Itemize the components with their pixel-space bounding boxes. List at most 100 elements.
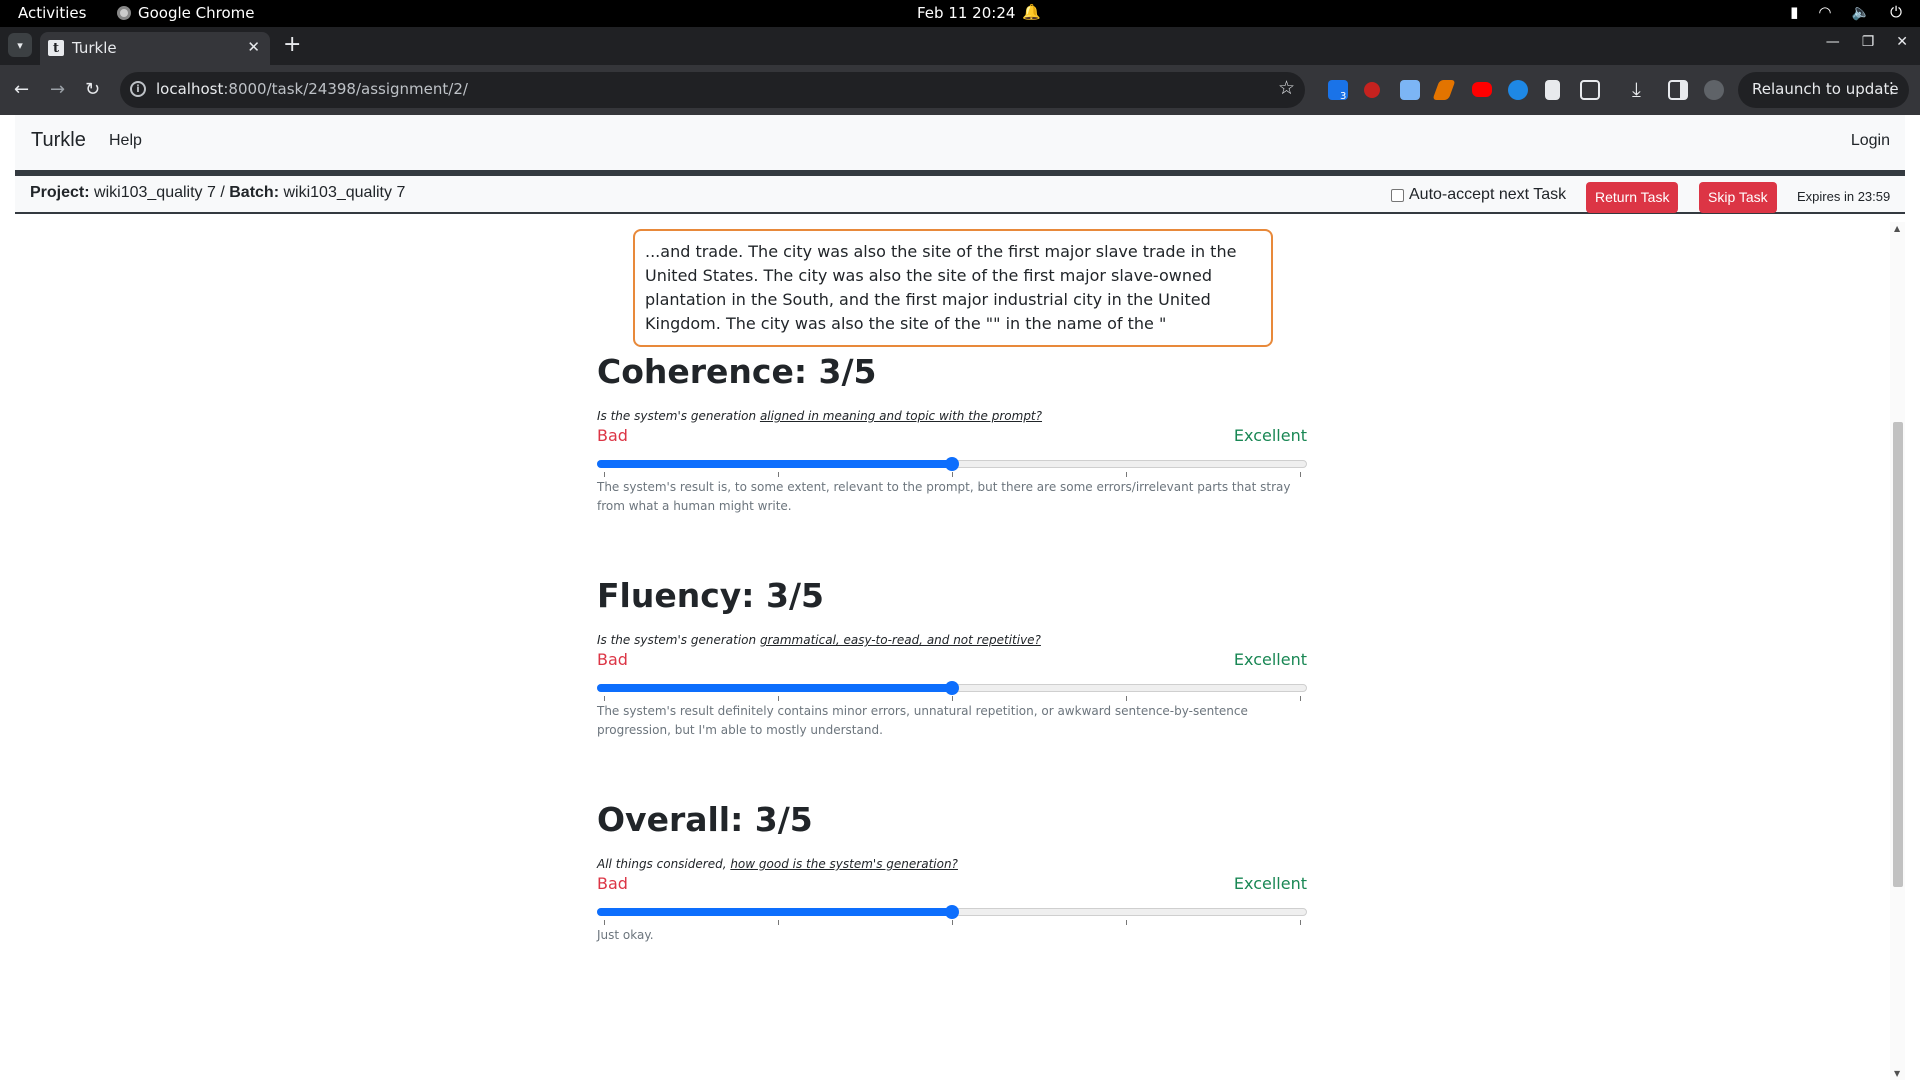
profile-avatar[interactable] bbox=[1704, 80, 1724, 100]
chevron-down-icon: ▾ bbox=[17, 38, 23, 52]
scrollbar-thumb[interactable] bbox=[1893, 422, 1903, 887]
task-content: ...and trade. The city was also the site… bbox=[0, 216, 1890, 1080]
fluency-slider[interactable] bbox=[597, 674, 1307, 702]
slider-thumb[interactable] bbox=[945, 681, 959, 695]
url-text[interactable]: localhost:8000/task/24398/assignment/2/ bbox=[156, 80, 468, 98]
auto-accept-label[interactable]: Auto-accept next Task bbox=[1409, 186, 1566, 204]
slider-tick bbox=[604, 920, 605, 925]
more-vertical-icon: ⋮ bbox=[1884, 79, 1899, 97]
slider-tick bbox=[1126, 920, 1127, 925]
scroll-up-arrow-icon[interactable]: ▲ bbox=[1894, 224, 1900, 233]
skip-task-button[interactable]: Skip Task bbox=[1699, 182, 1777, 213]
extension-badge: 3 bbox=[1340, 91, 1347, 102]
clock[interactable]: Feb 11 20:24 bbox=[917, 4, 1015, 22]
reload-button[interactable]: ↻ bbox=[85, 79, 100, 100]
overall-slider[interactable] bbox=[597, 898, 1307, 926]
slider-tick bbox=[952, 472, 953, 477]
download-icon[interactable]: ⤓ bbox=[1632, 77, 1641, 101]
batch-name: wiki103_quality 7 bbox=[283, 184, 406, 201]
prompt-link[interactable]: how good is the system's generation? bbox=[730, 857, 958, 871]
prompt-link[interactable]: grammatical, easy-to-read, and not repet… bbox=[760, 633, 1041, 647]
question-title: Overall: 3/5 bbox=[597, 800, 813, 839]
close-window-icon[interactable]: ✕ bbox=[1896, 34, 1908, 50]
help-link[interactable]: Help bbox=[109, 132, 142, 150]
slider-tick bbox=[778, 696, 779, 701]
activities-button[interactable]: Activities bbox=[18, 4, 86, 22]
youtube-extension-icon[interactable] bbox=[1472, 82, 1492, 97]
turkle-favicon-icon: t bbox=[48, 40, 64, 56]
address-bar[interactable]: i localhost:8000/task/24398/assignment/2… bbox=[120, 72, 1305, 108]
task-info-bar: Project: wiki103_quality 7 / Batch: wiki… bbox=[15, 176, 1905, 214]
ublock-icon[interactable] bbox=[1364, 82, 1380, 98]
bad-label: Bad bbox=[597, 874, 628, 893]
turkle-navbar: Turkle Help Login bbox=[15, 115, 1905, 170]
app-menu[interactable]: Google Chrome bbox=[117, 4, 255, 22]
site-info-icon[interactable]: i bbox=[130, 81, 146, 97]
auto-accept-control[interactable]: Auto-accept next Task bbox=[1391, 186, 1566, 204]
slider-tick bbox=[604, 696, 605, 701]
question-title: Coherence: 3/5 bbox=[597, 352, 877, 391]
question-prompt: Is the system's generation aligned in me… bbox=[597, 409, 1043, 423]
slider-tick bbox=[604, 472, 605, 477]
auto-accept-checkbox[interactable] bbox=[1391, 188, 1404, 202]
minimize-icon[interactable]: — bbox=[1826, 34, 1840, 50]
chrome-icon bbox=[117, 6, 131, 20]
restore-icon[interactable]: ❐ bbox=[1862, 34, 1875, 50]
new-tab-button[interactable]: + bbox=[283, 32, 301, 57]
system-top-bar: Activities Google Chrome Feb 11 20:24 🔔 … bbox=[0, 0, 1920, 27]
notification-bell-icon: 🔔 bbox=[1022, 3, 1041, 21]
expires-timer: Expires in 23:59 bbox=[1797, 189, 1891, 204]
turkle-page: Turkle Help Login Project: wiki103_quali… bbox=[0, 115, 1920, 1080]
extension-document-icon[interactable] bbox=[1545, 80, 1560, 100]
slider-tick bbox=[952, 696, 953, 701]
question-prompt: Is the system's generation grammatical, … bbox=[597, 633, 1041, 647]
bookmark-star-icon[interactable]: ☆ bbox=[1278, 77, 1295, 99]
slider-tick bbox=[778, 472, 779, 477]
slider-tick bbox=[1300, 696, 1301, 701]
slider-thumb[interactable] bbox=[945, 905, 959, 919]
bad-label: Bad bbox=[597, 650, 628, 669]
bad-label: Bad bbox=[597, 426, 628, 445]
return-task-button[interactable]: Return Task bbox=[1586, 182, 1679, 213]
prompt-link[interactable]: aligned in meaning and topic with the pr… bbox=[760, 409, 1042, 423]
extensions-puzzle-icon[interactable] bbox=[1580, 80, 1600, 100]
slider-tick bbox=[1300, 472, 1301, 477]
battery-icon: ▮ bbox=[1790, 3, 1799, 21]
slider-tick bbox=[778, 920, 779, 925]
side-panel-icon[interactable] bbox=[1668, 80, 1688, 100]
slider-thumb[interactable] bbox=[945, 457, 959, 471]
question-coherence: Coherence: 3/5 Is the system's generatio… bbox=[597, 352, 1307, 516]
system-tray[interactable]: ▮ ◠ 🔈 ⏻ bbox=[1790, 3, 1902, 21]
coherence-slider[interactable] bbox=[597, 450, 1307, 478]
login-link[interactable]: Login bbox=[1851, 132, 1890, 150]
slider-tick bbox=[952, 920, 953, 925]
tab-title: Turkle bbox=[72, 39, 117, 57]
back-button[interactable]: ← bbox=[14, 79, 29, 100]
forward-button[interactable]: → bbox=[50, 79, 65, 100]
slider-tick bbox=[1126, 696, 1127, 701]
turkle-brand-link[interactable]: Turkle bbox=[31, 129, 86, 152]
tab-turkle[interactable]: t Turkle ✕ bbox=[40, 32, 270, 65]
page-scrollbar[interactable]: ▲ ▼ bbox=[1890, 222, 1905, 1080]
extension-cloud-icon[interactable] bbox=[1400, 80, 1420, 100]
question-fluency: Fluency: 3/5 Is the system's generation … bbox=[597, 576, 1307, 740]
question-prompt: All things considered, how good is the s… bbox=[597, 857, 958, 871]
volume-icon: 🔈 bbox=[1851, 3, 1871, 21]
relaunch-to-update-button[interactable]: Relaunch to update ⋮ bbox=[1738, 72, 1909, 108]
extension-pen-icon[interactable] bbox=[1432, 80, 1456, 100]
project-name: wiki103_quality 7 bbox=[94, 184, 216, 201]
slider-tick bbox=[1126, 472, 1127, 477]
wifi-icon: ◠ bbox=[1818, 3, 1832, 21]
slider-tick bbox=[1300, 920, 1301, 925]
info-separator: / bbox=[220, 184, 225, 201]
browser-toolbar: ← → ↻ i localhost:8000/task/24398/assign… bbox=[0, 65, 1920, 115]
window-controls: — ❐ ✕ bbox=[1826, 34, 1908, 50]
close-tab-icon[interactable]: ✕ bbox=[247, 38, 260, 56]
question-overall: Overall: 3/5 All things considered, how … bbox=[597, 800, 1307, 945]
rating-description: The system's result definitely contains … bbox=[597, 704, 1248, 737]
generation-text-box: ...and trade. The city was also the site… bbox=[633, 229, 1273, 347]
extension-globe-icon[interactable] bbox=[1508, 80, 1528, 100]
scroll-down-arrow-icon[interactable]: ▼ bbox=[1894, 1069, 1900, 1078]
tab-search-button[interactable]: ▾ bbox=[8, 33, 32, 57]
excellent-label: Excellent bbox=[1233, 650, 1307, 669]
